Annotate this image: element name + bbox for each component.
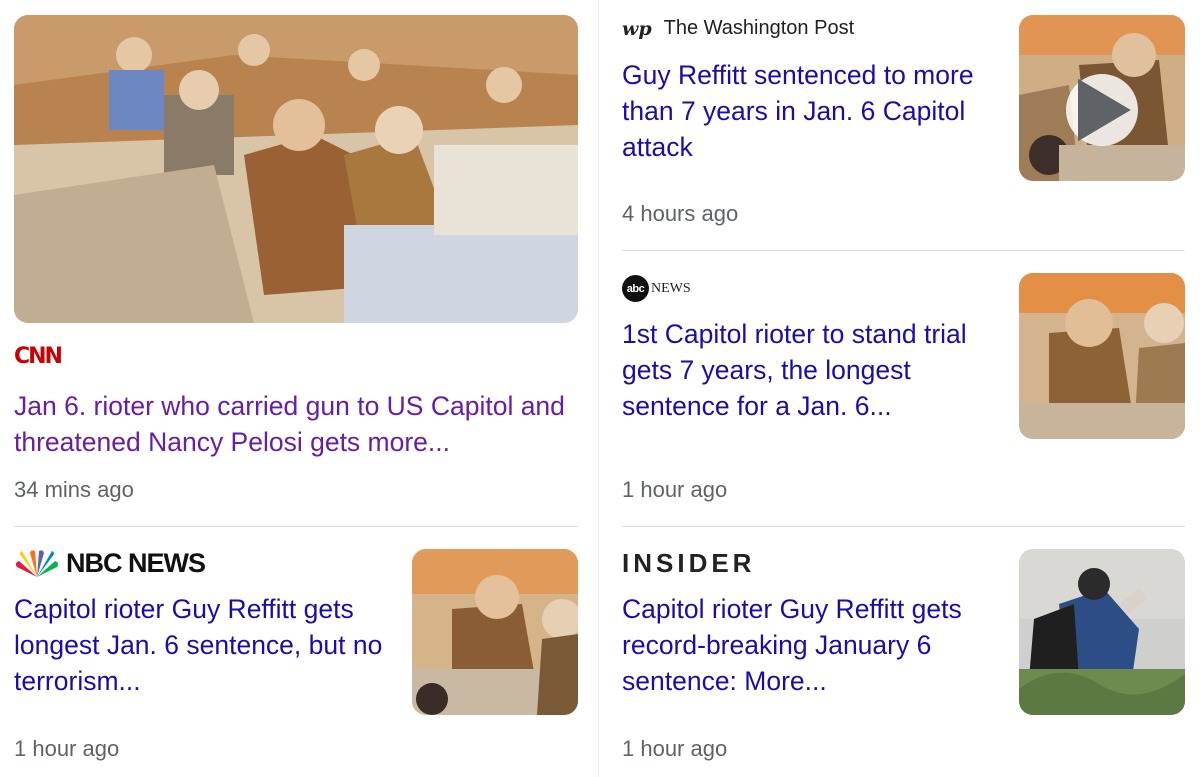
video-thumbnail[interactable] xyxy=(1019,15,1185,181)
source-washington-post: wp The Washington Post xyxy=(622,17,854,40)
rioter-photo-image[interactable] xyxy=(1019,549,1185,715)
divider xyxy=(622,526,1185,527)
divider xyxy=(622,250,1185,251)
source-insider: INSIDER xyxy=(622,548,755,579)
headline-link[interactable]: Capitol rioter Guy Reffitt gets longest … xyxy=(14,591,394,699)
timestamp: 34 mins ago xyxy=(14,477,134,502)
source-name: The Washington Post xyxy=(663,17,855,39)
abc-news-label: NEWS xyxy=(651,280,691,296)
column-divider xyxy=(598,0,599,777)
headline-link[interactable]: Jan 6. rioter who carried gun to US Capi… xyxy=(14,388,574,460)
play-button[interactable] xyxy=(1066,74,1138,146)
courtroom-sketch-image[interactable] xyxy=(14,15,578,323)
cnn-logo-text: CNN xyxy=(14,344,63,369)
source-cnn-logo: CNN xyxy=(14,344,63,369)
insider-logo-text: INSIDER xyxy=(622,548,756,578)
courtroom-sketch-image[interactable] xyxy=(412,549,578,715)
timestamp: 1 hour ago xyxy=(622,477,728,502)
courtroom-sketch-image[interactable] xyxy=(1019,273,1185,439)
timestamp: 1 hour ago xyxy=(14,736,120,761)
abc-logo-icon: abc xyxy=(622,275,649,302)
timestamp: 4 hours ago xyxy=(622,201,739,226)
nbc-logo-text: NBC NEWS xyxy=(66,548,206,578)
headline-link[interactable]: 1st Capitol rioter to stand trial gets 7… xyxy=(622,316,1012,424)
nbc-peacock-icon xyxy=(15,549,59,577)
play-icon xyxy=(1078,78,1131,142)
headline-link[interactable]: Capitol rioter Guy Reffitt gets record-b… xyxy=(622,591,1002,699)
headline-link[interactable]: Guy Reffitt sentenced to more than 7 yea… xyxy=(622,57,1002,165)
wp-logo-icon: wp xyxy=(622,17,652,40)
source-nbc: NBC NEWS xyxy=(14,548,206,579)
source-abc-news: abc NEWS xyxy=(622,275,691,302)
divider xyxy=(14,526,578,527)
timestamp: 1 hour ago xyxy=(622,736,728,761)
